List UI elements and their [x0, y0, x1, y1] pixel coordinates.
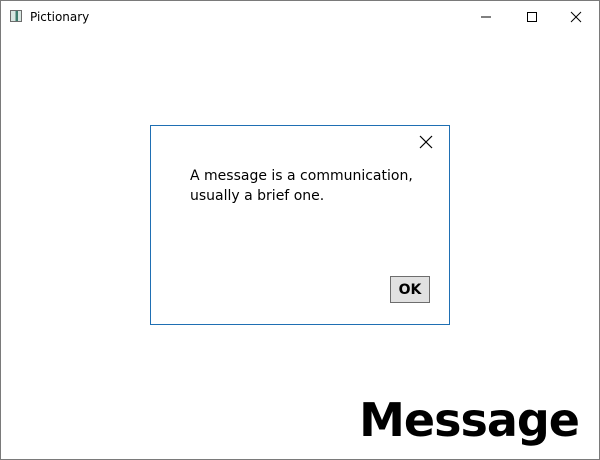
window-title: Pictionary [30, 10, 90, 24]
ok-button[interactable]: OK [390, 276, 430, 303]
title-bar[interactable]: Pictionary [1, 1, 599, 32]
maximize-button[interactable] [509, 1, 555, 32]
app-icon [10, 10, 22, 22]
picture-word: Message [359, 393, 580, 447]
dialog-close-button[interactable] [417, 133, 435, 151]
message-dialog: A message is a communication, usually a … [150, 125, 450, 325]
close-button[interactable] [553, 1, 599, 32]
minimize-icon [481, 16, 491, 17]
dialog-message: A message is a communication, usually a … [190, 168, 413, 204]
close-icon [570, 11, 582, 22]
close-icon [419, 135, 433, 149]
maximize-icon [527, 11, 537, 22]
app-window: Pictionary A message is a communication,… [0, 0, 600, 460]
minimize-button[interactable] [463, 1, 509, 32]
